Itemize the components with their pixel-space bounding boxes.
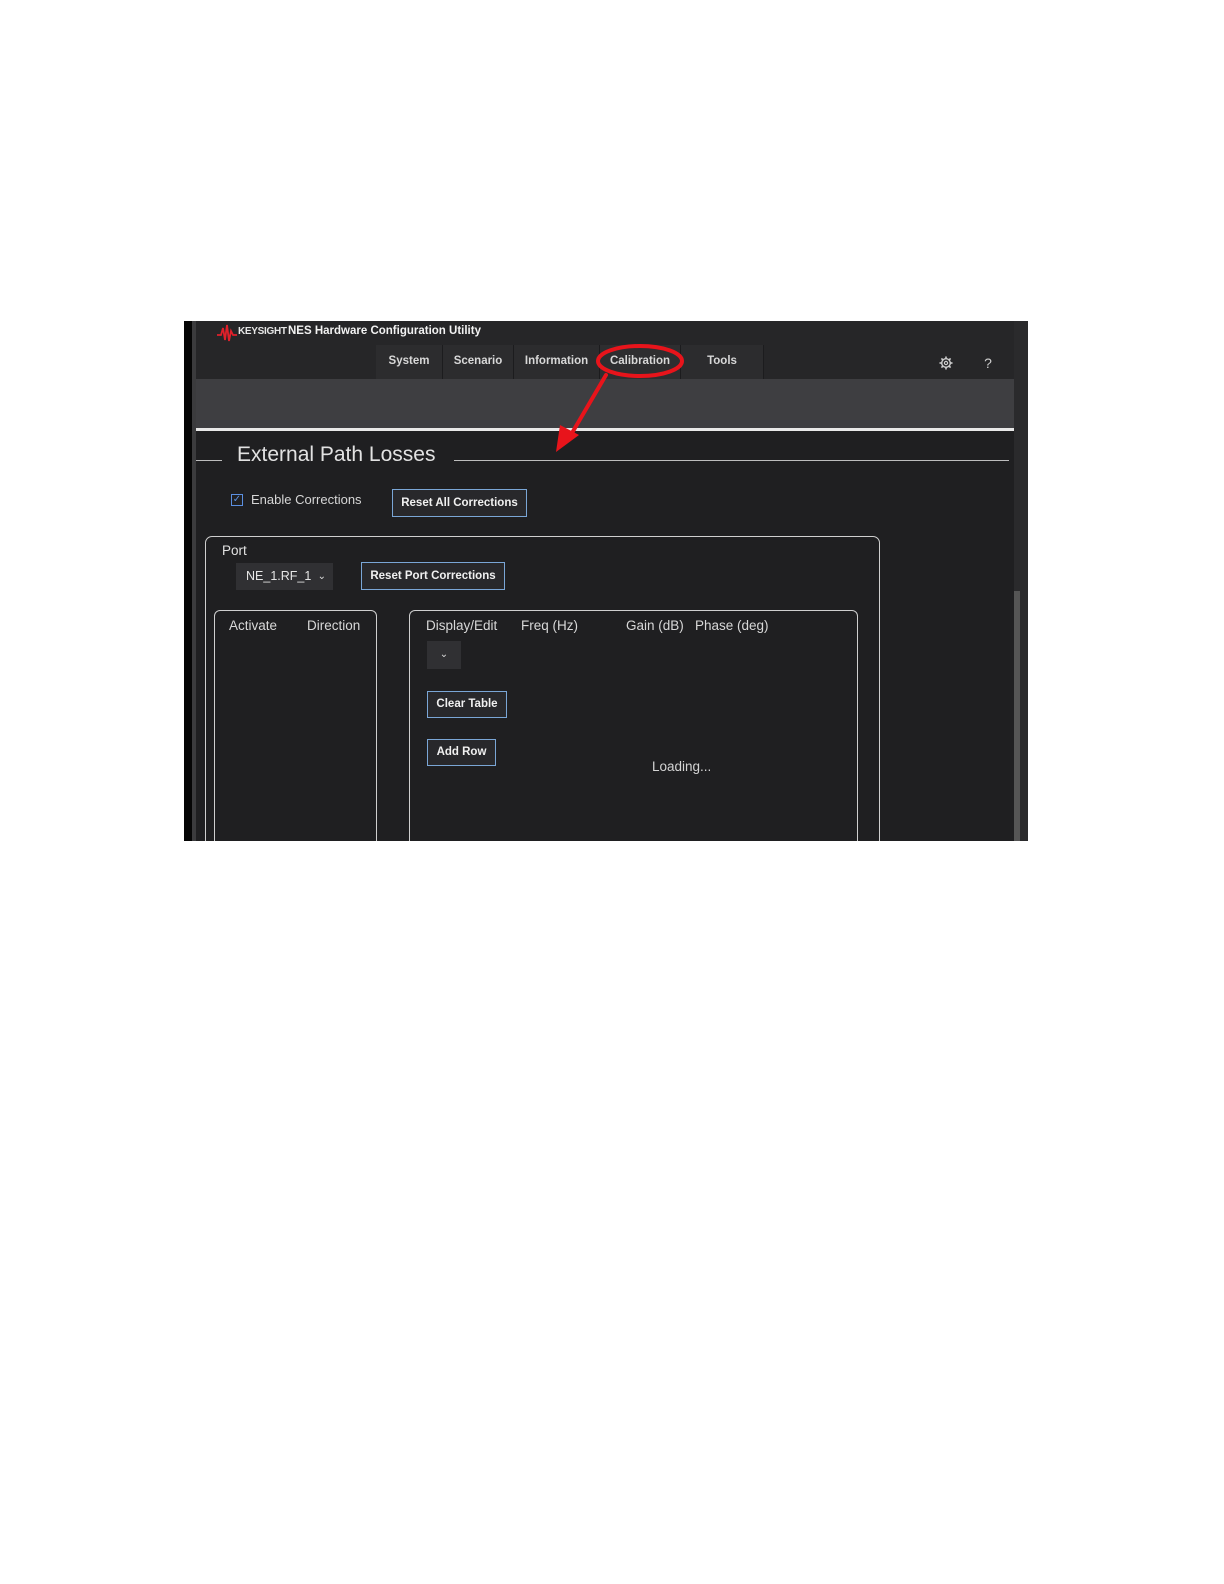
corrections-table: [409, 610, 858, 841]
column-header-direction: Direction: [307, 618, 361, 633]
tab-label: Tools: [707, 355, 737, 367]
settings-button[interactable]: [936, 353, 956, 373]
port-select[interactable]: NE_1.RF_1 ⌄: [236, 563, 333, 590]
reset-port-corrections-button[interactable]: Reset Port Corrections: [361, 562, 505, 590]
port-label: Port: [222, 543, 247, 558]
keysight-logo-icon: [217, 324, 237, 342]
column-header-phase: Phase (deg): [695, 618, 769, 633]
tab-scenario[interactable]: Scenario: [443, 345, 514, 379]
column-header-activate: Activate: [229, 618, 278, 633]
app-screenshot: KEYSIGHT NES Hardware Configuration Util…: [184, 321, 1028, 841]
chevron-down-icon: ⌄: [439, 649, 449, 660]
tab-calibration[interactable]: Calibration: [600, 345, 681, 379]
window-edge-left: [184, 321, 192, 841]
enable-corrections-label: Enable Corrections: [251, 492, 362, 507]
app-header: KEYSIGHT NES Hardware Configuration Util…: [196, 321, 1014, 379]
tab-system[interactable]: System: [376, 345, 443, 379]
tab-label: Calibration: [609, 355, 671, 367]
column-header-gain: Gain (dB): [626, 618, 684, 633]
header-divider: [196, 428, 1024, 431]
enable-corrections-checkbox[interactable]: ✓: [231, 494, 243, 506]
help-icon: ?: [984, 355, 992, 371]
scrollbar-thumb[interactable]: [1014, 591, 1020, 841]
loading-status: Loading...: [652, 759, 712, 774]
clear-table-button[interactable]: Clear Table: [427, 691, 507, 718]
tab-information[interactable]: Information: [514, 345, 600, 379]
reset-all-corrections-button[interactable]: Reset All Corrections: [392, 489, 527, 517]
toolbar-strip: [196, 379, 1014, 429]
gear-icon: [939, 356, 953, 370]
title-rule-left: [196, 460, 222, 461]
tab-label: Scenario: [453, 355, 503, 367]
column-header-freq: Freq (Hz): [521, 618, 578, 633]
column-header-display-edit: Display/Edit: [426, 618, 498, 633]
tab-tools[interactable]: Tools: [681, 345, 764, 379]
add-row-button[interactable]: Add Row: [427, 739, 496, 766]
brand-name: KEYSIGHT: [238, 326, 287, 337]
tab-label: System: [388, 355, 430, 367]
activate-direction-table: [214, 610, 377, 841]
app-title: NES Hardware Configuration Utility: [288, 325, 481, 337]
chevron-down-icon: ⌄: [317, 571, 326, 582]
tab-label: Information: [524, 355, 589, 367]
check-icon: ✓: [232, 494, 242, 505]
display-edit-select[interactable]: ⌄: [427, 641, 461, 669]
section-title: External Path Losses: [237, 443, 436, 466]
help-button[interactable]: ?: [978, 353, 998, 373]
port-select-value: NE_1.RF_1: [246, 569, 312, 583]
title-rule-right: [454, 460, 1009, 461]
